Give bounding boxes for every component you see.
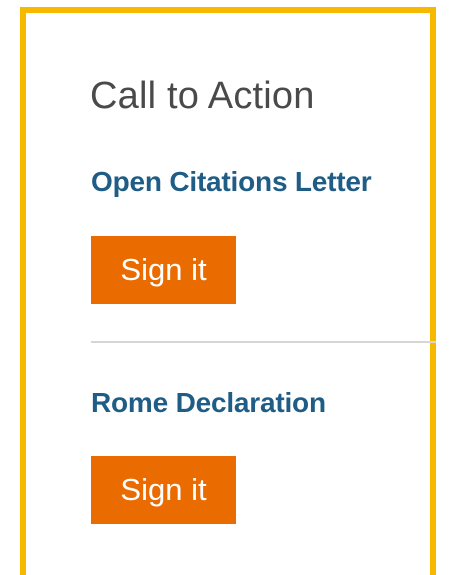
call-to-action-frame: Call to Action Open Citations Letter Sig…	[20, 7, 436, 575]
open-citations-letter-link[interactable]: Open Citations Letter	[91, 166, 372, 198]
call-to-action-panel: Call to Action Open Citations Letter Sig…	[26, 13, 436, 575]
sign-open-citations-letter-button[interactable]: Sign it	[91, 236, 236, 304]
widget-title: Call to Action	[90, 75, 315, 117]
rome-declaration-link[interactable]: Rome Declaration	[91, 387, 326, 419]
sign-rome-declaration-button[interactable]: Sign it	[91, 456, 236, 524]
section-divider	[91, 341, 436, 343]
